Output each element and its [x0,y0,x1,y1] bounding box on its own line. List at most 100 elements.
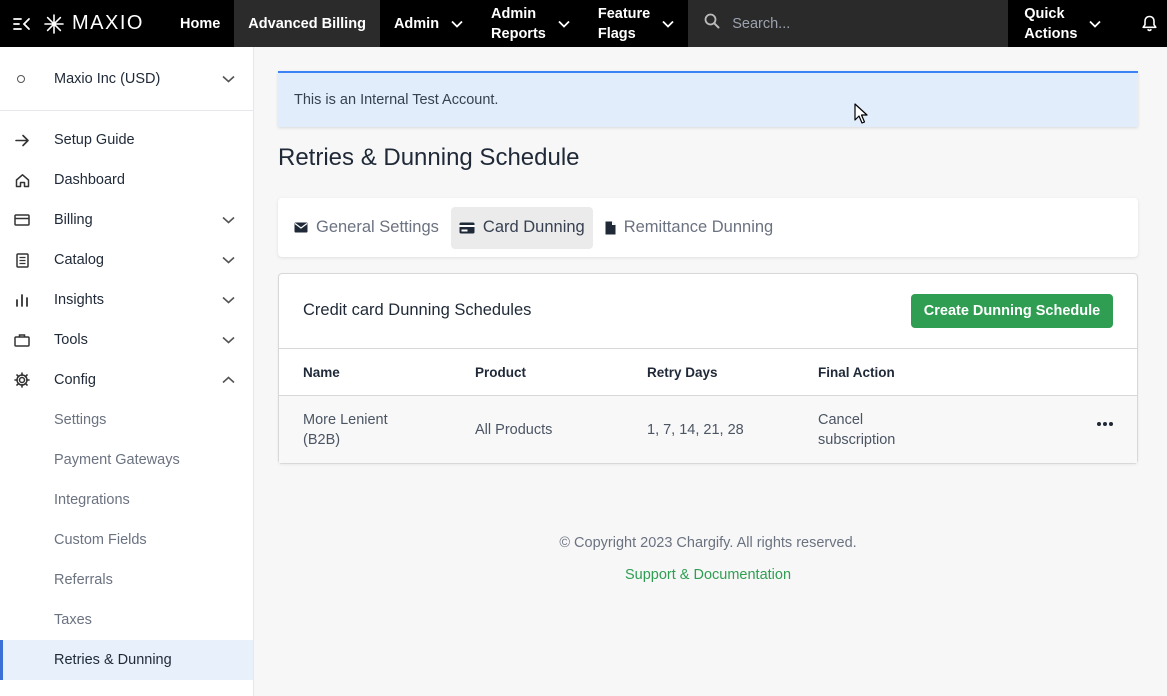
tab-remittance-dunning[interactable]: Remittance Dunning [597,207,782,249]
column-header-final-action: Final Action [818,365,895,380]
page-title: Retries & Dunning Schedule [278,144,580,171]
sidebar-item-label: Config [54,372,96,388]
catalog-icon [14,252,30,268]
sidebar-item-label: Taxes [54,612,92,628]
chevron-down-icon [222,296,235,304]
account-switcher[interactable]: Maxio Inc (USD) [0,47,253,111]
chevron-down-icon [222,256,235,264]
billing-icon [14,212,30,228]
test-account-banner: This is an Internal Test Account. [278,71,1138,127]
logo-text: MAXIO [72,12,144,34]
mouse-cursor-icon [854,103,868,129]
sidebar-item-label: Dashboard [54,172,125,188]
create-dunning-schedule-button[interactable]: Create Dunning Schedule [911,294,1113,328]
schedule-final-action: Cancel subscription [818,412,896,448]
sidebar-item-insights[interactable]: Insights [0,280,253,320]
arrow-right-icon [14,132,30,148]
bell-icon[interactable] [1131,0,1167,47]
sidebar-item-custom-fields[interactable]: Custom Fields [0,520,253,560]
copyright-text: © Copyright 2023 Chargify. All rights re… [559,535,857,551]
nav-home[interactable]: Home [166,0,234,47]
nav-admin-reports[interactable]: Admin Reports [477,0,584,47]
account-status-icon [17,74,25,83]
sidebar-item-label: Custom Fields [54,532,147,548]
nav-admin-label: Admin [393,15,440,32]
card-header: Credit card Dunning Schedules Create Dun… [279,274,1137,349]
sidebar-item-settings[interactable]: Settings [0,400,253,440]
tab-label: Card Dunning [482,218,585,236]
document-icon [605,221,616,235]
nav-feature-flags-label: Feature Flags [597,5,651,42]
nav-admin-reports-label: Admin Reports [491,5,546,42]
search-input[interactable] [732,15,973,32]
tab-card-dunning[interactable]: Card Dunning [450,206,593,249]
more-options-icon[interactable] [1097,422,1113,426]
banner-text: This is an Internal Test Account. [294,92,499,108]
sidebar-item-config[interactable]: Config [0,360,253,400]
table-header: Name Product Retry Days Final Action [279,349,1137,396]
quick-actions-label: Quick Actions [1024,5,1078,42]
tab-general-settings[interactable]: General Settings [286,207,447,249]
credit-card-icon [459,222,475,234]
dunning-schedules-card: Credit card Dunning Schedules Create Dun… [278,273,1138,464]
sidebar-nav: Setup Guide Dashboard Billing Catalog In… [0,111,253,680]
schedule-product: All Products [475,422,553,438]
home-icon [14,172,30,188]
schedule-name: More Lenient (B2B) [303,412,388,448]
search-bar [688,0,1009,47]
sidebar-item-label: Setup Guide [54,132,135,148]
tab-label: General Settings [316,218,439,236]
nav-admin[interactable]: Admin [380,0,477,47]
sidebar-item-dashboard[interactable]: Dashboard [0,160,253,200]
nav-advanced-billing[interactable]: Advanced Billing [234,0,380,47]
support-documentation-link[interactable]: Support & Documentation [278,567,1138,583]
sidebar-item-label: Billing [54,212,93,228]
quick-actions-menu[interactable]: Quick Actions [1008,0,1117,47]
card-title: Credit card Dunning Schedules [303,301,532,319]
chevron-down-icon [451,20,463,28]
tab-label: Remittance Dunning [623,218,774,236]
sidebar-item-label: Insights [54,292,104,308]
sidebar-item-label: Integrations [54,492,130,508]
sidebar-item-label: Settings [54,412,107,428]
sidebar-item-setup-guide[interactable]: Setup Guide [0,120,253,160]
envelope-icon [294,222,308,233]
account-name: Maxio Inc (USD) [54,70,161,87]
chart-icon [14,292,30,308]
search-icon [704,13,720,34]
sidebar-item-catalog[interactable]: Catalog [0,240,253,280]
briefcase-icon [14,332,30,348]
chevron-down-icon [558,20,570,28]
dunning-tabs: General Settings Card Dunning Remittance… [278,198,1138,257]
sidebar-item-tools[interactable]: Tools [0,320,253,360]
sidebar-item-label: Tools [54,332,88,348]
sidebar-item-billing[interactable]: Billing [0,200,253,240]
chevron-up-icon [222,376,235,384]
sidebar-item-taxes[interactable]: Taxes [0,600,253,640]
sidebar-item-label: Payment Gateways [54,452,180,468]
schedule-retry-days: 1, 7, 14, 21, 28 [647,422,744,438]
column-header-retry-days: Retry Days [647,365,718,380]
top-navbar: MAXIO Home Advanced Billing Admin Admin R… [0,0,1167,47]
sidebar-item-label: Retries & Dunning [54,652,172,668]
chevron-down-icon [662,20,674,28]
chevron-down-icon [222,216,235,224]
column-header-name: Name [303,365,340,380]
sidebar-item-label: Catalog [54,252,104,268]
collapse-sidebar-icon[interactable] [0,0,44,47]
chevron-down-icon [222,75,235,83]
nav-feature-flags[interactable]: Feature Flags [584,0,688,47]
chevron-down-icon [222,336,235,344]
nav-advanced-billing-label: Advanced Billing [248,15,366,32]
table-row[interactable]: More Lenient (B2B) All Products 1, 7, 14,… [279,396,1137,463]
sidebar-item-retries-dunning[interactable]: Retries & Dunning [0,640,253,680]
maxio-mark-icon [44,13,64,34]
column-header-product: Product [475,365,527,380]
sidebar-item-integrations[interactable]: Integrations [0,480,253,520]
maxio-logo[interactable]: MAXIO [44,0,166,47]
sidebar-item-referrals[interactable]: Referrals [0,560,253,600]
nav-home-label: Home [180,15,221,32]
sidebar: Maxio Inc (USD) Setup Guide Dashboard Bi… [0,47,254,696]
chevron-down-icon [1089,20,1102,28]
sidebar-item-payment-gateways[interactable]: Payment Gateways [0,440,253,480]
